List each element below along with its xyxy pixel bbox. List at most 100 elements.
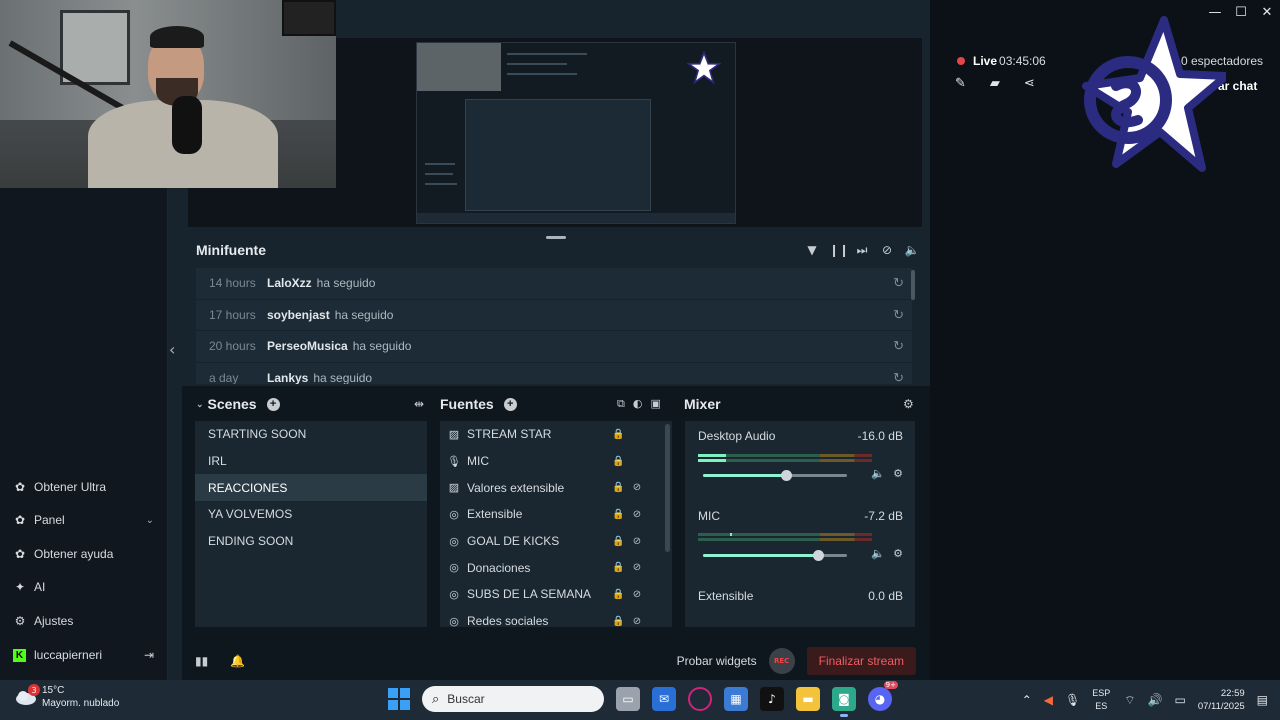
edit-pencil-icon[interactable]: ✎: [955, 76, 966, 91]
sidebar-item-ultra[interactable]: ✿ Obtener Ultra: [0, 470, 168, 504]
add-scene-button[interactable]: +: [266, 397, 280, 411]
maximize-button[interactable]: ☐: [1228, 0, 1254, 24]
task-view-icon[interactable]: ▭: [616, 687, 640, 711]
source-item[interactable]: ▨ STREAM STAR 🔒: [440, 421, 672, 448]
source-item[interactable]: ◎ SUBS DE LA SEMANA 🔒 ⊘: [440, 581, 672, 608]
sidebar-item-label: Obtener ayuda: [34, 546, 114, 561]
stats-chart-icon[interactable]: ▮▮: [195, 654, 208, 668]
battery-icon[interactable]: ▭: [1174, 693, 1185, 707]
mixer-settings-gear-icon[interactable]: ⚙: [903, 397, 914, 411]
collapse-icon[interactable]: ⌄: [196, 399, 204, 410]
tiktok-icon[interactable]: ♪: [760, 687, 784, 711]
minimize-button[interactable]: —: [1202, 0, 1228, 24]
speaker-icon[interactable]: 🔈: [871, 547, 885, 560]
source-item[interactable]: ◎ Redes sociales 🔒 ⊘: [440, 608, 672, 627]
replay-icon[interactable]: ↻: [893, 307, 904, 323]
source-audio-icon[interactable]: ◐: [633, 397, 643, 411]
sidebar-item-panel[interactable]: ✿ Panel ⌄: [0, 504, 168, 538]
gear-icon[interactable]: ⚙: [893, 467, 903, 480]
chevron-up-icon[interactable]: ⌃: [1022, 693, 1032, 707]
source-item[interactable]: ◎ Donaciones 🔒 ⊘: [440, 554, 672, 581]
share-icon[interactable]: ⋖: [1024, 76, 1035, 91]
minifeed-scrollbar[interactable]: [911, 270, 915, 300]
source-item[interactable]: ▨ Valores extensible 🔒 ⊘: [440, 474, 672, 501]
clock[interactable]: 22:59 07/11/2025: [1198, 687, 1245, 713]
test-widgets-button[interactable]: Probar widgets: [677, 654, 757, 668]
mixer-channel: Extensible 0.0 dB: [685, 581, 915, 627]
scene-item-active[interactable]: REACCIONES: [195, 474, 427, 502]
volume-slider[interactable]: [703, 470, 847, 481]
skip-icon[interactable]: ⏭: [854, 243, 870, 258]
app-tray-icon[interactable]: ◀: [1044, 693, 1053, 707]
gear-icon[interactable]: ⚙: [893, 547, 903, 560]
speaker-icon[interactable]: 🔊: [1148, 693, 1163, 707]
scene-item[interactable]: IRL: [195, 448, 427, 475]
lock-icon[interactable]: 🔒: [612, 482, 624, 493]
add-source-button[interactable]: +: [503, 397, 517, 411]
rec-button[interactable]: REC: [768, 648, 795, 674]
speaker-icon[interactable]: 🔈: [871, 467, 885, 480]
lock-icon[interactable]: 🔒: [612, 562, 624, 573]
lock-icon[interactable]: 🔒: [612, 589, 624, 600]
event-user: LaloXzz: [267, 276, 312, 291]
scene-item[interactable]: ENDING SOON: [195, 528, 427, 555]
scene-transitions-icon[interactable]: ⇹: [414, 397, 424, 411]
scene-item[interactable]: YA VOLVEMOS: [195, 501, 427, 528]
lock-icon[interactable]: 🔒: [612, 536, 624, 547]
eye-hidden-icon[interactable]: ⊘: [631, 482, 643, 493]
windows-start-icon[interactable]: [388, 688, 410, 710]
replay-icon[interactable]: ↻: [893, 338, 904, 354]
replay-icon[interactable]: ↻: [893, 275, 904, 291]
file-explorer-icon[interactable]: ▬: [796, 687, 820, 711]
microphone-icon[interactable]: 🎙: [1065, 693, 1080, 707]
volume-slider[interactable]: [703, 550, 847, 561]
eye-hidden-icon[interactable]: ⊘: [631, 536, 643, 547]
slider-knob[interactable]: [812, 550, 824, 561]
lang-top: ESP: [1092, 688, 1111, 698]
close-button[interactable]: ✕: [1254, 0, 1280, 24]
language-indicator[interactable]: ESP ES: [1092, 687, 1110, 713]
replay-icon[interactable]: ↻: [893, 370, 904, 384]
eye-hidden-icon[interactable]: ⊘: [631, 616, 643, 627]
volume-icon[interactable]: 🔈: [904, 243, 920, 258]
lock-icon[interactable]: 🔒: [612, 429, 624, 440]
streamlabs-icon[interactable]: ◙: [832, 687, 856, 717]
notifications-icon[interactable]: ▤: [1257, 693, 1268, 707]
sidebar-item-settings[interactable]: ⚙ Ajustes: [0, 604, 168, 638]
source-item[interactable]: 🎙 MIC 🔒: [440, 448, 672, 475]
chevron-down-icon[interactable]: ⌄: [146, 515, 154, 526]
source-monitor-icon[interactable]: ⧉: [617, 397, 625, 411]
end-stream-button[interactable]: Finalizar stream: [806, 647, 916, 675]
collapse-left-icon[interactable]: ‹: [169, 340, 175, 359]
add-folder-icon[interactable]: ▣: [650, 397, 660, 411]
opera-icon[interactable]: [688, 687, 712, 711]
eye-hidden-icon[interactable]: ⊘: [631, 589, 643, 600]
discord-icon[interactable]: ◕ 9+: [868, 681, 898, 711]
bell-icon[interactable]: 🔔: [230, 654, 245, 668]
weather-widget[interactable]: 3 15°C Mayorm. nublado: [14, 684, 119, 710]
sidebar-item-ai[interactable]: ✦ AI: [0, 571, 168, 605]
gear-icon: ⚙: [14, 613, 26, 628]
sidebar-item-help[interactable]: ✿ Obtener ayuda: [0, 537, 168, 571]
slider-knob[interactable]: [781, 470, 793, 481]
mute-alerts-icon[interactable]: ⊘: [879, 243, 895, 258]
filter-icon[interactable]: ▼: [804, 243, 820, 258]
scene-item[interactable]: STARTING SOON: [195, 421, 427, 448]
sidebar-user[interactable]: K luccapierneri ⇥: [0, 640, 168, 670]
lock-icon[interactable]: 🔒: [612, 616, 624, 627]
source-item[interactable]: ◎ GOAL DE KICKS 🔒 ⊘: [440, 528, 672, 555]
volume-meter: [698, 459, 872, 462]
lock-icon[interactable]: 🔒: [612, 509, 624, 520]
camera-icon[interactable]: ▰: [990, 76, 1000, 91]
taskbar-search[interactable]: ⌕ Buscar: [422, 686, 604, 712]
eye-hidden-icon[interactable]: ⊘: [631, 509, 643, 520]
outlook-icon[interactable]: ✉: [652, 687, 676, 711]
lock-icon[interactable]: 🔒: [612, 456, 624, 467]
wifi-icon[interactable]: ⌔: [1124, 693, 1135, 708]
eye-hidden-icon[interactable]: ⊘: [631, 562, 643, 573]
source-item[interactable]: ◎ Extensible 🔒 ⊘: [440, 501, 672, 528]
store-icon[interactable]: ▦: [724, 687, 748, 711]
sources-scrollbar[interactable]: [665, 424, 670, 552]
logout-icon[interactable]: ⇥: [144, 648, 154, 662]
pause-icon[interactable]: ❙❙: [829, 243, 849, 258]
